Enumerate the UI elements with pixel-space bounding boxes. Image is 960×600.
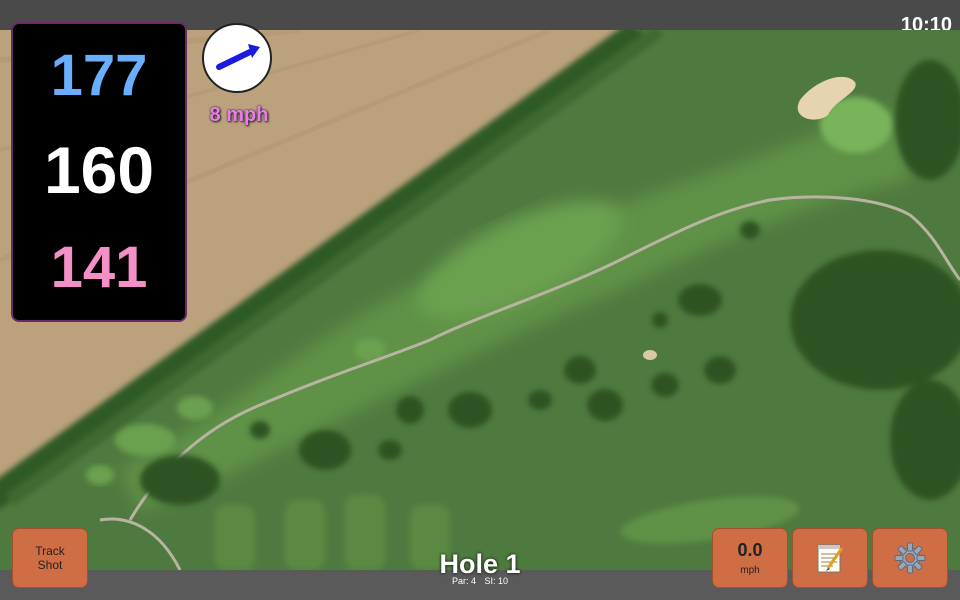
wind-speed: 8 mph (209, 104, 269, 126)
front-distance: 141 (50, 235, 148, 300)
notes-button[interactable] (792, 528, 868, 588)
hole-par: Par: 4 (451, 576, 476, 586)
gear-icon (894, 542, 926, 574)
hole-info: Hole 1 Par: 4 SI: 10 (380, 549, 580, 586)
wind-direction-arrow-icon (216, 44, 260, 70)
settings-button[interactable] (872, 528, 948, 588)
speed-button[interactable]: 0.0 mph (712, 528, 788, 588)
hole-details: Par: 4 SI: 10 (380, 576, 580, 586)
track-shot-label: Track Shot (35, 544, 65, 572)
hole-stroke-index: SI: 10 (484, 576, 509, 586)
speed-value: 0.0 (737, 540, 763, 560)
speed-unit: mph (740, 565, 760, 576)
notepad-icon (817, 544, 844, 573)
hole-title: Hole 1 (439, 549, 521, 579)
back-distance: 177 (50, 43, 148, 108)
distance-panel: 177 160 141 (11, 22, 187, 322)
middle-distance: 160 (43, 133, 155, 207)
track-shot-button[interactable]: Track Shot (12, 528, 88, 588)
wind-indicator (202, 23, 272, 93)
